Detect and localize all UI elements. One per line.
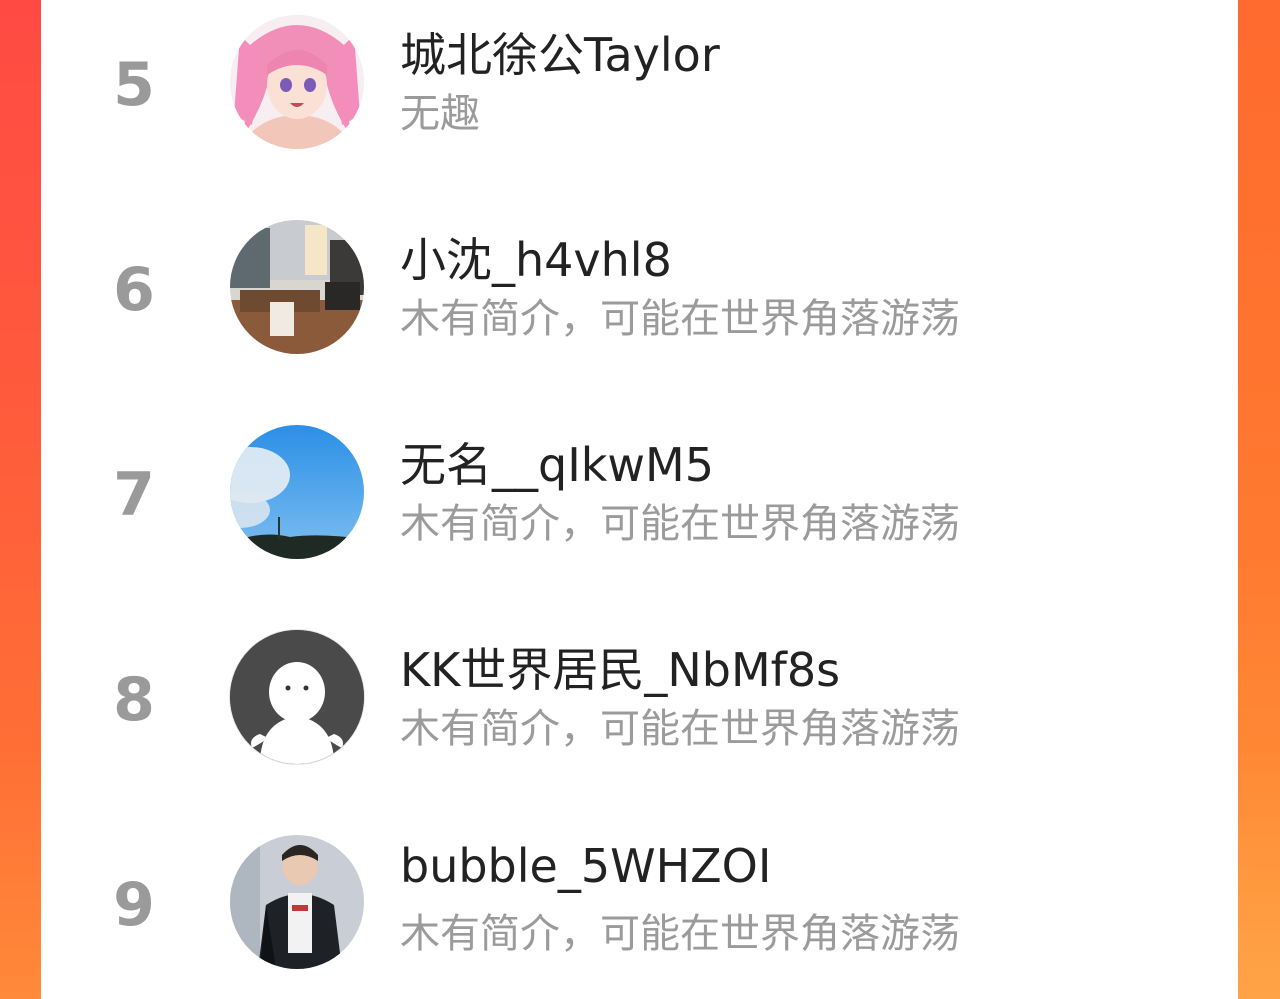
ranking-row[interactable]: 9 bubble_5WHZOI 木有简介，可能在世界角落游荡 (41, 825, 1238, 975)
avatar[interactable] (230, 425, 364, 559)
user-name[interactable]: KK世界居民_NbMf8s (400, 634, 840, 700)
user-name[interactable]: 城北徐公Taylor (400, 19, 720, 85)
ranking-row[interactable]: 7 无名__qIkwM5 木有简介，可能在世界角落游荡 (41, 415, 1238, 565)
rank-number: 6 (113, 255, 155, 325)
background-gradient-right (1238, 0, 1280, 999)
ranking-row[interactable]: 8 KK世界居民_NbMf8s 木有简介，可能在世界角落游荡 (41, 620, 1238, 770)
room-interior-avatar-icon (230, 220, 364, 354)
avatar[interactable] (230, 630, 364, 764)
blue-sky-avatar-icon (230, 425, 364, 559)
user-bio: 木有简介，可能在世界角落游荡 (400, 706, 960, 752)
user-bio: 木有简介，可能在世界角落游荡 (400, 911, 960, 957)
user-name[interactable]: 小沈_h4vhl8 (400, 224, 672, 290)
user-name[interactable]: bubble_5WHZOI (400, 839, 771, 893)
avatar[interactable] (230, 15, 364, 149)
rank-number: 8 (113, 665, 155, 735)
user-name[interactable]: 无名__qIkwM5 (400, 429, 714, 495)
user-bio: 无趣 (400, 91, 480, 137)
person-photo-avatar-icon (230, 835, 364, 969)
rank-number: 9 (113, 870, 155, 940)
ranking-list-card: 5 城北徐公Taylor 无趣 6 小沈_h4vhl8 木有简介，可能在世界角落… (41, 0, 1238, 999)
avatar[interactable] (230, 835, 364, 969)
ranking-row[interactable]: 5 城北徐公Taylor 无趣 (41, 5, 1238, 155)
rank-number: 7 (113, 460, 155, 530)
anime-girl-avatar-icon (230, 15, 364, 149)
default-ghost-avatar-icon (230, 630, 364, 764)
user-bio: 木有简介，可能在世界角落游荡 (400, 296, 960, 342)
user-bio: 木有简介，可能在世界角落游荡 (400, 501, 960, 547)
avatar[interactable] (230, 220, 364, 354)
ranking-row[interactable]: 6 小沈_h4vhl8 木有简介，可能在世界角落游荡 (41, 210, 1238, 360)
rank-number: 5 (113, 50, 155, 120)
